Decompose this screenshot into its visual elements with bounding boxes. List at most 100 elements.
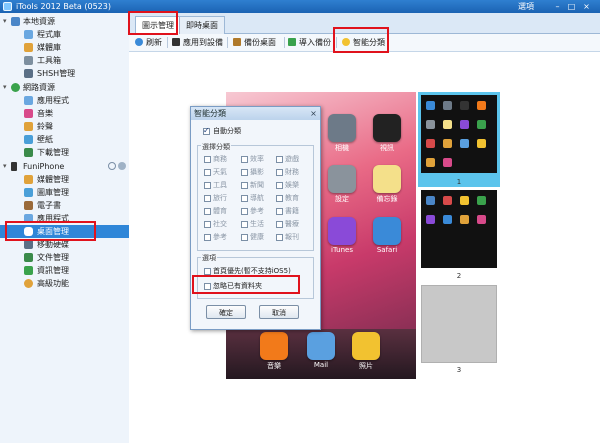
toolbar-divider bbox=[167, 37, 168, 48]
sidebar-item-photo-manage[interactable]: 圖庫管理 bbox=[0, 186, 129, 199]
category-checkbox[interactable] bbox=[276, 195, 283, 202]
notes-icon bbox=[373, 165, 401, 193]
category-checkbox[interactable] bbox=[276, 169, 283, 176]
sidebar-item-media-library[interactable]: 媒體庫 bbox=[0, 41, 129, 54]
sidebar-item-label: 圖庫管理 bbox=[37, 188, 69, 197]
page-number: 3 bbox=[456, 366, 462, 374]
page-thumb-2[interactable] bbox=[421, 190, 497, 268]
itunes-icon bbox=[328, 217, 356, 245]
category-checkbox[interactable] bbox=[204, 156, 211, 163]
category-checkbox[interactable] bbox=[241, 182, 248, 189]
sidebar-group-device[interactable]: ▾ FuniPhone bbox=[0, 160, 129, 173]
first-page-checkbox[interactable] bbox=[204, 268, 211, 275]
category-checkbox[interactable] bbox=[241, 208, 248, 215]
category-checkbox[interactable] bbox=[276, 156, 283, 163]
apply-to-device-button[interactable]: 應用到設備 bbox=[172, 34, 223, 51]
import-backup-button[interactable]: 導入備份 bbox=[288, 34, 331, 51]
app-notes[interactable]: 備忘錄 bbox=[372, 165, 402, 204]
category-checkbox[interactable] bbox=[241, 221, 248, 228]
sidebar-item-online-apps[interactable]: 應用程式 bbox=[0, 94, 129, 107]
window-title: iTools 2012 Beta (0523) bbox=[16, 2, 111, 11]
close-icon[interactable]: × bbox=[309, 109, 318, 118]
disk-icon bbox=[24, 240, 33, 249]
bell-icon bbox=[24, 122, 33, 131]
page-thumb-1[interactable] bbox=[421, 95, 497, 173]
page-thumb-3[interactable] bbox=[421, 285, 497, 363]
maximize-icon[interactable]: □ bbox=[566, 2, 577, 11]
refresh-button[interactable]: 刷新 bbox=[135, 34, 162, 51]
category-checkbox[interactable] bbox=[276, 182, 283, 189]
sync-icon[interactable] bbox=[108, 162, 116, 170]
sidebar-item-app-library[interactable]: 程式庫 bbox=[0, 28, 129, 41]
category-checkbox[interactable] bbox=[276, 208, 283, 215]
collapse-arrow-icon[interactable]: ▾ bbox=[3, 17, 10, 26]
sidebar-group-local[interactable]: ▾ 本地資源 bbox=[0, 15, 129, 28]
folder-icon bbox=[24, 253, 33, 262]
picture-icon bbox=[24, 135, 33, 144]
music-icon bbox=[24, 109, 33, 118]
tab-live-desktop[interactable]: 即時桌面 bbox=[179, 16, 225, 34]
sidebar-item-ebooks[interactable]: 電子書 bbox=[0, 199, 129, 212]
collapse-arrow-icon[interactable]: ▾ bbox=[3, 83, 10, 92]
sunflower-icon bbox=[352, 332, 380, 360]
cancel-button[interactable]: 取消 bbox=[259, 305, 299, 319]
auto-classify-checkbox[interactable] bbox=[203, 126, 210, 135]
sidebar-item-media-manage[interactable]: 媒體管理 bbox=[0, 173, 129, 186]
sidebar-item-info-manage[interactable]: 資訊管理 bbox=[0, 264, 129, 277]
apps-icon bbox=[24, 96, 33, 105]
category-checkbox[interactable] bbox=[204, 195, 211, 202]
category-checkbox[interactable] bbox=[276, 234, 283, 241]
sidebar-group-online[interactable]: ▾ 網路資源 bbox=[0, 81, 129, 94]
minimize-icon[interactable]: – bbox=[552, 2, 563, 11]
category-checkbox[interactable] bbox=[241, 195, 248, 202]
mini-app-icon bbox=[443, 101, 452, 110]
category-checkbox[interactable] bbox=[204, 182, 211, 189]
sidebar-item-music[interactable]: 音樂 bbox=[0, 107, 129, 120]
app-settings[interactable]: 設定 bbox=[327, 165, 357, 204]
sidebar-item-label: 程式庫 bbox=[37, 30, 61, 39]
dock-app-music[interactable]: 音樂 bbox=[259, 332, 289, 371]
app-label: Mail bbox=[313, 361, 329, 369]
eject-icon[interactable] bbox=[118, 162, 126, 170]
category-label: 健康 bbox=[250, 233, 264, 241]
dock-app-photos[interactable]: 照片 bbox=[351, 332, 381, 371]
options-menu[interactable]: 選項 bbox=[518, 0, 534, 13]
sidebar-item-wallpapers[interactable]: 壁紙 bbox=[0, 133, 129, 146]
sidebar-item-shsh[interactable]: SHSH管理 bbox=[0, 67, 129, 80]
dock-app-mail[interactable]: Mail bbox=[306, 332, 336, 369]
category-label: 教育 bbox=[285, 194, 299, 202]
category-checkbox[interactable] bbox=[241, 156, 248, 163]
app-camera[interactable]: 相機 bbox=[327, 114, 357, 153]
sidebar-item-ringtones[interactable]: 鈴聲 bbox=[0, 120, 129, 133]
highlight-smart-classify bbox=[333, 27, 389, 53]
import-label: 導入備份 bbox=[299, 38, 331, 47]
sidebar-item-toolbox[interactable]: 工具箱 bbox=[0, 54, 129, 67]
category-checkbox[interactable] bbox=[204, 221, 211, 228]
import-arrow-icon bbox=[288, 38, 296, 46]
app-videos[interactable]: 視訊 bbox=[372, 114, 402, 153]
download-icon bbox=[24, 148, 33, 157]
backup-desktop-button[interactable]: 備份桌面 bbox=[233, 34, 276, 51]
app-safari[interactable]: Safari bbox=[372, 217, 402, 254]
sidebar-item-file-manage[interactable]: 文件管理 bbox=[0, 251, 129, 264]
close-icon[interactable]: × bbox=[581, 2, 592, 11]
mini-app-icon bbox=[460, 215, 469, 224]
category-checkbox[interactable] bbox=[241, 169, 248, 176]
collapse-arrow-icon[interactable]: ▾ bbox=[3, 162, 10, 171]
sidebar-group-label: FuniPhone bbox=[23, 162, 65, 171]
sidebar-item-advanced[interactable]: 高級功能 bbox=[0, 277, 129, 290]
sidebar-item-label: 資訊管理 bbox=[37, 266, 69, 275]
mini-app-icon bbox=[426, 139, 435, 148]
category-checkbox[interactable] bbox=[204, 208, 211, 215]
mini-app-icon bbox=[460, 139, 469, 148]
refresh-icon bbox=[135, 38, 143, 46]
category-label: 天氣 bbox=[213, 168, 227, 176]
ok-button[interactable]: 確定 bbox=[206, 305, 246, 319]
mini-app-icon bbox=[426, 196, 435, 205]
category-checkbox[interactable] bbox=[276, 221, 283, 228]
app-itunes[interactable]: iTunes bbox=[327, 217, 357, 254]
category-checkbox[interactable] bbox=[241, 234, 248, 241]
sidebar-item-downloads[interactable]: 下載管理 bbox=[0, 146, 129, 159]
category-checkbox[interactable] bbox=[204, 169, 211, 176]
category-checkbox[interactable] bbox=[204, 234, 211, 241]
